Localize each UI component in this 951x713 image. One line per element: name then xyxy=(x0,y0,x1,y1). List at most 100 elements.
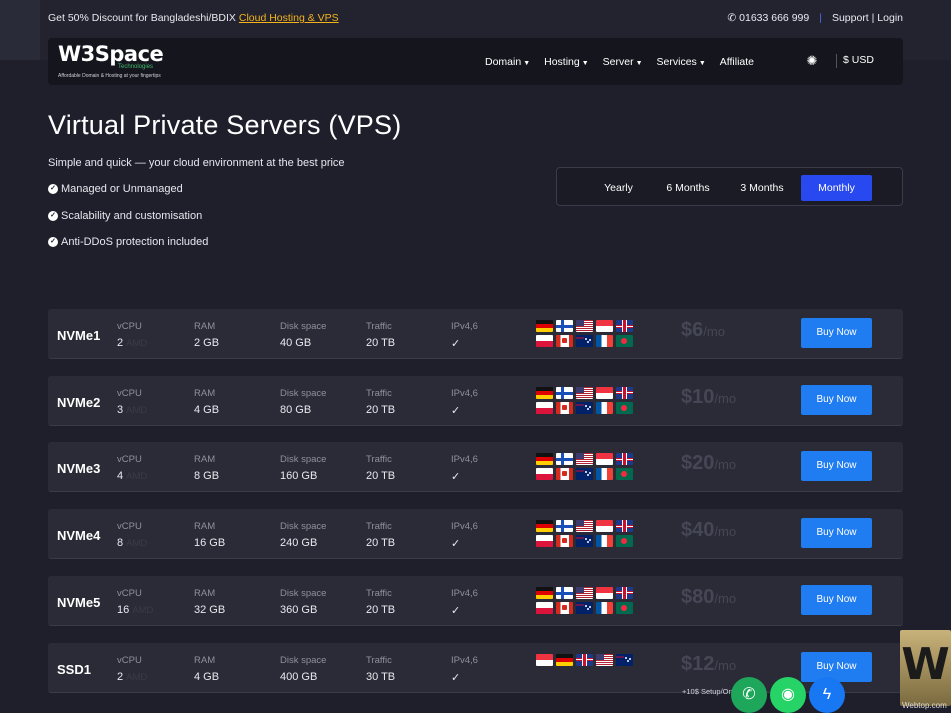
spec-label: vCPU xyxy=(117,654,142,666)
spec-value: 16 AMD xyxy=(117,604,153,616)
plan-price: $10/mo xyxy=(681,386,736,409)
spec-label: Traffic xyxy=(366,387,392,399)
uk-flag xyxy=(616,320,633,332)
spec-value: 20 TB xyxy=(366,470,395,482)
plan-name: NVMe3 xyxy=(57,461,101,477)
buy-now-button[interactable]: Buy Now xyxy=(801,318,872,348)
spec-label: RAM xyxy=(194,321,216,332)
spec-label: vCPU xyxy=(117,321,142,332)
spec-value: ✓ xyxy=(451,604,478,617)
location-flags xyxy=(536,520,636,548)
feature-list: ✓ Managed or Unmanaged ✓ Scalability and c… xyxy=(48,183,208,263)
nav-hosting[interactable]: Hosting ▼ xyxy=(544,56,589,68)
uk-flag xyxy=(616,453,633,466)
spec-label: Disk space xyxy=(280,587,327,599)
nav-domain[interactable]: Domain ▼ xyxy=(485,56,530,68)
plan-price: $80/mo xyxy=(681,586,736,609)
france-flag xyxy=(596,601,613,614)
promo: Get 50% Discount for Bangladeshi/BDIX Cl… xyxy=(48,12,339,24)
messenger-icon[interactable]: ϟ xyxy=(809,677,845,713)
usa-flag xyxy=(576,453,593,466)
price-amount: $20 xyxy=(681,452,715,475)
plan-row: NVMe1 vCPU 2 AMD RAM 2 GB Disk space 40 GB Traff… xyxy=(48,309,903,359)
spec-value-text: 32 GB xyxy=(194,603,226,616)
spec-vcpu: vCPU 4 AMD xyxy=(117,454,147,482)
promo-link[interactable]: Cloud Hosting & VPS xyxy=(239,12,339,24)
main-menu: Domain ▼ Hosting ▼ Server ▼ Services ▼ Affil… xyxy=(485,38,754,85)
nav-affiliate[interactable]: Affiliate xyxy=(720,56,754,68)
period-yearly[interactable]: Yearly xyxy=(591,175,646,201)
spec-value-text: ✓ xyxy=(451,604,461,617)
spec-value-text: 8 xyxy=(117,537,124,550)
singapore-flag xyxy=(536,653,553,666)
canada-flag xyxy=(556,601,573,614)
brand-tagline: Affordable Domain & Hosting at your fing… xyxy=(58,72,161,79)
spec-ipv: IPv4,6 ✓ xyxy=(451,588,478,617)
spec-value: 2 AMD xyxy=(117,337,147,349)
topbar-divider: | xyxy=(819,12,822,24)
price-amount: $12 xyxy=(681,652,715,675)
buy-now-button[interactable]: Buy Now xyxy=(801,651,872,682)
period-6-months[interactable]: 6 Months xyxy=(658,175,718,201)
location-flags xyxy=(536,653,636,666)
cpu-brand: AMD xyxy=(126,404,148,416)
feature-item: ✓ Managed or Unmanaged xyxy=(48,183,208,210)
spec-value-text: 20 TB xyxy=(366,603,396,616)
spec-value: 80 GB xyxy=(280,404,326,416)
plan-row: NVMe5 vCPU 16 AMD RAM 32 GB Disk space 360 GB Tr… xyxy=(48,575,903,626)
spec-value: 400 GB xyxy=(280,671,326,683)
buy-now-button[interactable]: Buy Now xyxy=(801,384,872,415)
period-monthly[interactable]: Monthly xyxy=(801,175,872,201)
buy-now-button[interactable]: Buy Now xyxy=(801,451,872,482)
phone-contact[interactable]: ✆ 01633 666 999 xyxy=(727,12,809,24)
price-period: /mo xyxy=(714,524,737,540)
singapore-flag xyxy=(596,520,613,533)
spec-value: 30 TB xyxy=(366,671,395,683)
spec-value-text: ✓ xyxy=(451,671,461,684)
plan-row: NVMe2 vCPU 3 AMD RAM 4 GB Disk space 80 GB Traff… xyxy=(48,375,903,426)
theme-toggle-sun-icon[interactable]: ✺ xyxy=(805,54,819,68)
spec-label: IPv4,6 xyxy=(451,387,478,399)
brand-logo[interactable]: W3Space Technologies Affordable Domain &… xyxy=(58,43,168,80)
phone-icon: ✆ xyxy=(727,12,737,24)
login-link[interactable]: Login xyxy=(877,12,903,24)
buy-now-button[interactable]: Buy Now xyxy=(801,584,872,615)
spec-value-text: 240 GB xyxy=(280,537,318,550)
nav-server[interactable]: Server ▼ xyxy=(603,56,643,68)
location-flags xyxy=(536,386,636,414)
spec-value-text: 4 xyxy=(117,470,124,483)
period-3-months[interactable]: 3 Months xyxy=(731,175,793,201)
poland-flag xyxy=(536,468,553,481)
billing-period-switch: Yearly 6 Months 3 Months Monthly xyxy=(556,167,903,206)
spec-value: 8 GB xyxy=(194,470,219,482)
whatsapp-icon[interactable]: ◉ xyxy=(770,677,806,713)
brand-sub: Technologies xyxy=(118,63,154,70)
cpu-brand: AMD xyxy=(132,604,154,616)
buy-now-button[interactable]: Buy Now xyxy=(801,518,872,549)
poland-flag xyxy=(536,535,553,548)
support-link[interactable]: Support xyxy=(832,12,869,24)
spec-value: ✓ xyxy=(451,537,478,550)
australia-flag xyxy=(616,653,633,666)
spec-label: RAM xyxy=(194,587,216,599)
australia-flag xyxy=(576,401,593,414)
singapore-flag xyxy=(596,320,613,332)
spec-value: 2 AMD xyxy=(117,671,147,683)
phone-call-icon[interactable]: ✆ xyxy=(731,677,767,713)
spec-vcpu: vCPU 16 AMD xyxy=(117,588,153,616)
canada-flag xyxy=(556,535,573,548)
currency-selector[interactable]: $ USD xyxy=(843,54,874,66)
bangladesh-flag xyxy=(616,335,633,347)
spec-ipv: IPv4,6 ✓ xyxy=(451,321,478,350)
webtop-watermark-logo: W xyxy=(900,630,951,706)
spec-disk: Disk space 40 GB xyxy=(280,321,326,349)
spec-label: vCPU xyxy=(117,521,142,533)
spec-value: 16 GB xyxy=(194,537,225,549)
spec-value-text: 40 GB xyxy=(280,337,312,349)
poland-flag xyxy=(536,601,553,614)
spec-value: 20 TB xyxy=(366,404,395,416)
spec-label: IPv4,6 xyxy=(451,321,478,332)
spec-label: vCPU xyxy=(117,454,142,466)
spec-value: ✓ xyxy=(451,671,478,684)
nav-services[interactable]: Services ▼ xyxy=(657,56,706,68)
